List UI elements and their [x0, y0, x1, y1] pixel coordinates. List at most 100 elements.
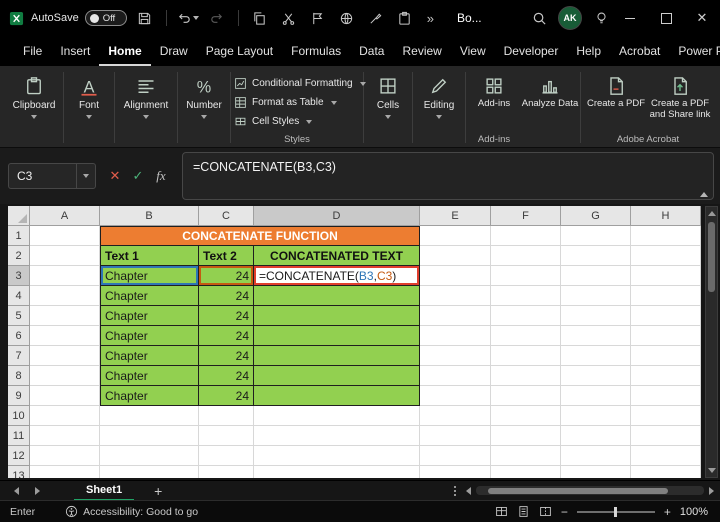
column-header-h[interactable]: H: [631, 206, 701, 226]
empty-cell[interactable]: [561, 446, 631, 466]
lightbulb-icon[interactable]: [590, 5, 612, 31]
cell-c7[interactable]: 24: [199, 346, 254, 366]
empty-cell[interactable]: [30, 286, 100, 306]
row-header-11[interactable]: 11: [8, 426, 30, 446]
zoom-slider[interactable]: [576, 506, 655, 517]
sheet-nav-prev-icon[interactable]: [14, 486, 19, 495]
empty-cell[interactable]: [631, 366, 701, 386]
flag-icon[interactable]: [307, 5, 329, 31]
empty-cell[interactable]: [491, 306, 561, 326]
row-header-7[interactable]: 7: [8, 346, 30, 366]
empty-cell[interactable]: [199, 466, 254, 478]
cell-b2[interactable]: Text 1: [100, 246, 199, 266]
cell-c8[interactable]: 24: [199, 366, 254, 386]
maximize-button[interactable]: [648, 0, 684, 36]
font-group-button[interactable]: A Font: [65, 69, 113, 146]
globe-icon[interactable]: [336, 5, 358, 31]
cell-c4[interactable]: 24: [199, 286, 254, 306]
empty-cell[interactable]: [100, 466, 199, 478]
cell-b3[interactable]: Chapter: [100, 266, 199, 286]
column-header-a[interactable]: A: [30, 206, 100, 226]
empty-cell[interactable]: [420, 466, 491, 478]
conditional-formatting-button[interactable]: Conditional Formatting: [232, 74, 366, 93]
row-header-13[interactable]: 13: [8, 466, 30, 478]
empty-cell[interactable]: [491, 446, 561, 466]
cell-c3[interactable]: 24: [199, 266, 254, 286]
cell-c2[interactable]: Text 2: [199, 246, 254, 266]
empty-cell[interactable]: [199, 446, 254, 466]
column-header-e[interactable]: E: [420, 206, 491, 226]
banner-cell-b1-d1[interactable]: CONCATENATE FUNCTION: [100, 226, 420, 246]
account-avatar[interactable]: AK: [558, 6, 582, 30]
tab-view[interactable]: View: [451, 36, 495, 66]
empty-cell[interactable]: [631, 426, 701, 446]
row-header-2[interactable]: 2: [8, 246, 30, 266]
zoom-slider-thumb[interactable]: [613, 506, 617, 517]
empty-cell[interactable]: [30, 366, 100, 386]
empty-cell[interactable]: [420, 346, 491, 366]
empty-cell[interactable]: [561, 306, 631, 326]
row-header-9[interactable]: 9: [8, 386, 30, 406]
vertical-scrollbar[interactable]: [705, 206, 718, 478]
row-header-4[interactable]: 4: [8, 286, 30, 306]
empty-cell[interactable]: [30, 426, 100, 446]
cell-b5[interactable]: Chapter: [100, 306, 199, 326]
normal-view-icon[interactable]: [495, 505, 508, 518]
editing-group-button[interactable]: Editing: [414, 69, 464, 146]
empty-cell[interactable]: [631, 466, 701, 478]
undo-dropdown-icon[interactable]: [192, 16, 199, 20]
empty-cell[interactable]: [30, 266, 100, 286]
undo-button[interactable]: [177, 5, 199, 31]
name-box[interactable]: C3: [8, 163, 96, 189]
cell-b6[interactable]: Chapter: [100, 326, 199, 346]
tab-home[interactable]: Home: [99, 36, 150, 66]
scroll-right-icon[interactable]: [709, 486, 714, 495]
insert-function-button[interactable]: fx: [150, 163, 172, 189]
empty-cell[interactable]: [491, 386, 561, 406]
empty-cell[interactable]: [561, 326, 631, 346]
cell-b9[interactable]: Chapter: [100, 386, 199, 406]
cell-d6[interactable]: [254, 326, 420, 346]
add-sheet-button[interactable]: +: [150, 482, 166, 500]
sheet-options-dots[interactable]: [444, 485, 466, 496]
close-button[interactable]: ✕: [684, 0, 720, 36]
empty-cell[interactable]: [420, 426, 491, 446]
cell-c5[interactable]: 24: [199, 306, 254, 326]
tab-help[interactable]: Help: [567, 36, 610, 66]
cell-b4[interactable]: Chapter: [100, 286, 199, 306]
empty-cell[interactable]: [631, 266, 701, 286]
cancel-entry-button[interactable]: ✕: [104, 163, 126, 189]
empty-cell[interactable]: [30, 246, 100, 266]
zoom-level[interactable]: 100%: [680, 506, 708, 518]
tab-power-pivot[interactable]: Power Pivot: [669, 36, 720, 66]
tab-draw[interactable]: Draw: [151, 36, 197, 66]
empty-cell[interactable]: [199, 426, 254, 446]
cell-styles-button[interactable]: Cell Styles: [232, 112, 362, 131]
tab-insert[interactable]: Insert: [51, 36, 99, 66]
cell-b7[interactable]: Chapter: [100, 346, 199, 366]
tab-developer[interactable]: Developer: [495, 36, 568, 66]
zoom-out-button[interactable]: −: [561, 505, 568, 519]
empty-cell[interactable]: [420, 266, 491, 286]
empty-cell[interactable]: [30, 346, 100, 366]
empty-cell[interactable]: [491, 346, 561, 366]
row-header-3[interactable]: 3: [8, 266, 30, 286]
empty-cell[interactable]: [561, 406, 631, 426]
cell-d2[interactable]: CONCATENATED TEXT: [254, 246, 420, 266]
analyze-data-button[interactable]: Analyze Data: [522, 76, 578, 110]
empty-cell[interactable]: [631, 406, 701, 426]
empty-cell[interactable]: [561, 266, 631, 286]
cell-d8[interactable]: [254, 366, 420, 386]
sheet-nav-next-icon[interactable]: [35, 486, 40, 495]
alignment-group-button[interactable]: Alignment: [116, 69, 176, 146]
more-commands-chevron[interactable]: »: [423, 11, 438, 26]
row-header-8[interactable]: 8: [8, 366, 30, 386]
empty-cell[interactable]: [631, 386, 701, 406]
cell-c6[interactable]: 24: [199, 326, 254, 346]
empty-cell[interactable]: [631, 226, 701, 246]
cell-d9[interactable]: [254, 386, 420, 406]
create-pdf-share-button[interactable]: Create a PDF and Share link: [649, 76, 711, 121]
confirm-entry-button[interactable]: ✓: [127, 163, 149, 189]
empty-cell[interactable]: [420, 386, 491, 406]
empty-cell[interactable]: [561, 386, 631, 406]
